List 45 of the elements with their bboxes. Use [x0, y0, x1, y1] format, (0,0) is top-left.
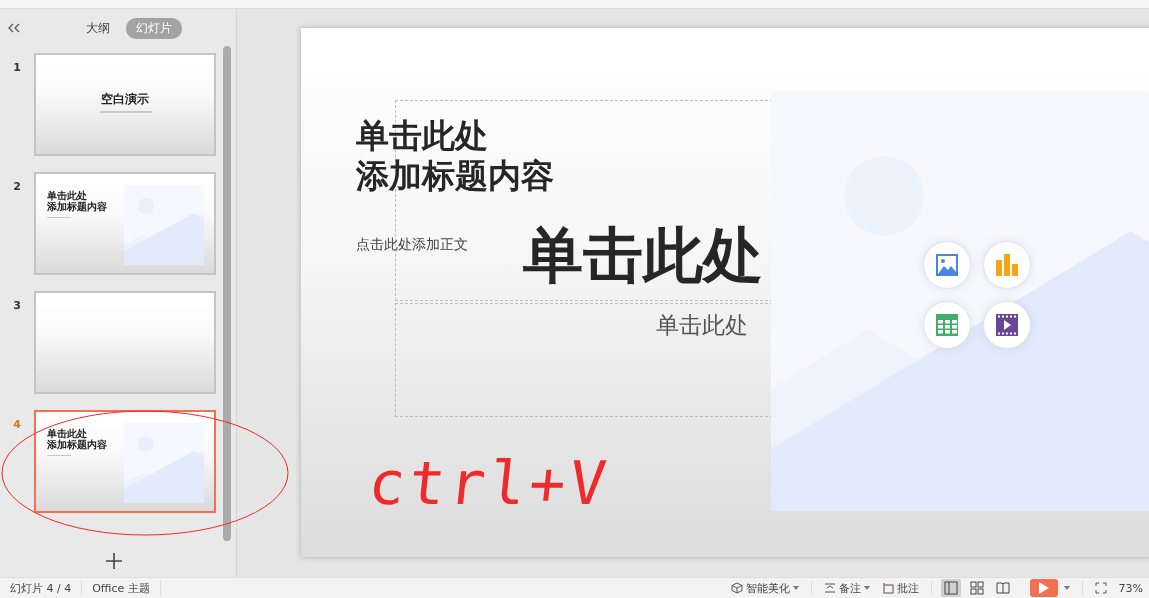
slide-number: 1 — [12, 60, 22, 74]
caret-icon — [1063, 586, 1070, 590]
slide-thumbnail[interactable]: 单击此处 添加标题内容 — [34, 410, 216, 513]
slide-thumbnail[interactable] — [34, 291, 216, 394]
grid-view-icon — [969, 581, 984, 595]
plus-icon — [106, 553, 122, 569]
double-chevron-left-icon — [8, 23, 20, 33]
caret-icon — [792, 586, 799, 590]
comments-button[interactable]: 批注 — [875, 579, 925, 597]
play-icon — [1038, 582, 1049, 594]
slide-number: 3 — [12, 298, 22, 312]
play-button[interactable] — [1029, 579, 1058, 597]
scrollbar[interactable] — [223, 46, 231, 541]
fit-icon — [1094, 582, 1107, 594]
pasted-title: 单击此处 — [523, 219, 763, 292]
thumbnail-title: 空白演示 — [100, 91, 150, 108]
slide-title: 单击此处 添加标题内容 — [356, 116, 554, 196]
beautify-button[interactable]: 智能美化 — [724, 579, 805, 597]
add-slide-button[interactable] — [104, 551, 124, 571]
book-icon — [995, 581, 1010, 595]
comment-icon — [881, 582, 894, 594]
slide-thumbnail[interactable]: 空白演示 — [34, 53, 216, 156]
view-button[interactable] — [940, 579, 961, 597]
image-icon — [936, 254, 958, 276]
bar-chart-icon — [996, 254, 1018, 276]
theme-name: Office 主题 — [82, 580, 161, 596]
zoom-level[interactable]: 73% — [1112, 579, 1149, 597]
notes-icon — [823, 582, 836, 594]
caret-icon — [863, 586, 870, 590]
slide-counter: 幻灯片 4 / 4 — [0, 580, 83, 596]
slide-thumbnail[interactable]: 单击此处 添加标题内容 — [34, 172, 216, 275]
collapse-button[interactable] — [6, 21, 22, 35]
thumbnail-title: 单击此处 添加标题内容 — [47, 190, 107, 212]
pasted-subtitle: 单击此处 — [656, 311, 748, 340]
cube-icon — [730, 582, 743, 594]
body-text: 点击此处添加正文 — [356, 236, 468, 254]
panel-tab[interactable]: 大纲 — [76, 17, 120, 39]
table-icon — [936, 314, 958, 336]
handwritten-annotation: ctrl+V — [365, 448, 614, 518]
slide-number: 2 — [12, 179, 22, 193]
video-icon — [996, 314, 1018, 336]
notes-button[interactable]: 备注 — [817, 579, 876, 597]
normal-view-icon — [943, 581, 958, 595]
slide-number: 4 — [12, 417, 22, 431]
thumbnail-title: 单击此处 添加标题内容 — [47, 428, 107, 450]
